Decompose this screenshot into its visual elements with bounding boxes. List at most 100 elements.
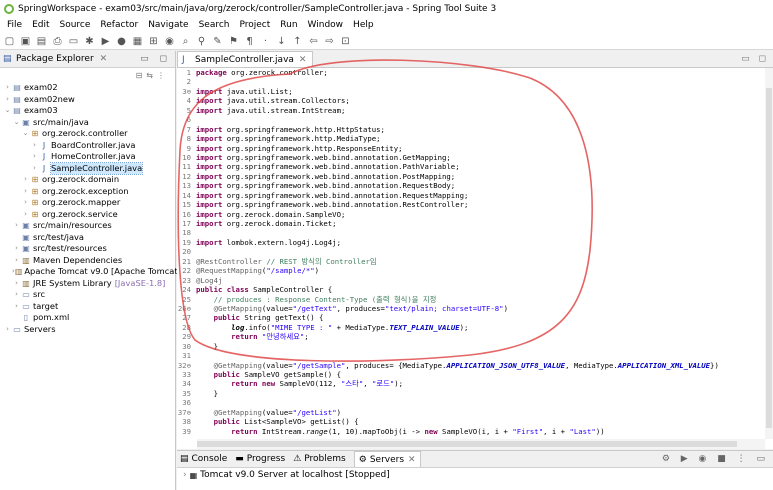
chevron-right-icon[interactable]: › — [12, 255, 21, 267]
java-file-icon: J — [42, 163, 46, 173]
code-editor[interactable]: 1 package org.zerock.controller; 2 3⊖ import… — [177, 68, 765, 439]
next-annotation-icon[interactable]: ↓ — [275, 35, 288, 48]
editor-tab-samplecontroller[interactable]: J SampleController.java ✕ — [177, 51, 314, 67]
run-icon[interactable]: ▶ — [99, 35, 112, 48]
tree-item[interactable]: › ▭ src — [0, 289, 175, 301]
menu-help[interactable]: Help — [348, 17, 379, 33]
tree-item[interactable]: › J SampleController.java — [0, 161, 175, 175]
chevron-right-icon[interactable]: › — [3, 324, 12, 336]
forward-icon[interactable]: ⇨ — [323, 35, 336, 48]
tree-item[interactable]: ▯ pom.xml — [0, 312, 175, 324]
close-icon[interactable]: ✕ — [100, 54, 108, 64]
tree-item[interactable]: › ▭ Servers — [0, 324, 175, 336]
run-external-icon[interactable]: ● — [115, 35, 128, 48]
menu-project[interactable]: Project — [234, 17, 275, 33]
mark-occurrences-icon[interactable]: ⚑ — [227, 35, 240, 48]
tree-item[interactable]: ⌄ ▤ exam03 — [0, 105, 175, 117]
tree-item[interactable]: › ▭ target — [0, 301, 175, 313]
chevron-right-icon[interactable]: › — [12, 220, 21, 232]
debug-icon[interactable]: ✱ — [83, 35, 96, 48]
close-icon[interactable]: ✕ — [408, 455, 416, 465]
tree-item[interactable]: › J HomeController.java — [0, 151, 175, 163]
chevron-down-icon[interactable]: ⌄ — [21, 128, 30, 140]
whitespace-icon[interactable]: · — [259, 35, 272, 48]
chevron-right-icon[interactable]: › — [30, 163, 39, 175]
tab-console[interactable]: ▤ Console — [180, 454, 227, 464]
tree-item[interactable]: › ▥ Maven Dependencies — [0, 255, 175, 267]
chevron-right-icon[interactable]: › — [21, 197, 30, 209]
horizontal-scrollbar[interactable] — [197, 439, 765, 449]
new-server-icon[interactable]: ▦ — [131, 35, 144, 48]
tree-item[interactable]: ▣ src/test/java — [0, 232, 175, 244]
tree-item[interactable]: › ▤ exam02 — [0, 82, 175, 94]
tree-item-label: HomeController.java — [51, 151, 136, 161]
tree-item[interactable]: › ▥ Apache Tomcat v9.0 [Apache Tomcat v9 — [0, 266, 190, 278]
server-row[interactable]: › ▦ Tomcat v9.0 Server at localhost [Sto… — [177, 468, 773, 482]
chevron-right-icon[interactable]: › — [183, 470, 187, 480]
open-type-icon[interactable]: ⌕ — [179, 35, 192, 48]
chevron-right-icon[interactable]: › — [3, 94, 12, 106]
tree-item[interactable]: › ▤ exam02new — [0, 94, 175, 106]
chevron-right-icon[interactable]: › — [21, 186, 30, 198]
package-explorer-tab[interactable]: ▤ Package Explorer ✕ ▭ ◻ — [0, 51, 175, 68]
chevron-right-icon[interactable]: › — [12, 278, 21, 290]
tab-progress[interactable]: ▬ Progress — [235, 454, 285, 464]
chevron-down-icon[interactable]: ⌄ — [12, 117, 21, 129]
chevron-right-icon[interactable]: › — [21, 209, 30, 221]
scrollbar-thumb[interactable] — [766, 88, 772, 428]
terminal-icon[interactable]: ▭ — [67, 35, 80, 48]
save-all-icon[interactable]: ▤ — [35, 35, 48, 48]
tree-item[interactable]: › ▣ src/main/resources — [0, 220, 175, 232]
tab-servers[interactable]: ⚙ Servers ✕ — [353, 451, 421, 467]
menu-run[interactable]: Run — [275, 17, 302, 33]
pin-icon[interactable]: ⊡ — [339, 35, 352, 48]
link-editor-icon[interactable]: ⇆ — [146, 71, 157, 80]
search-icon[interactable]: ⚲ — [195, 35, 208, 48]
view-controls[interactable]: ▭ ◻ — [140, 54, 175, 64]
close-icon[interactable]: ✕ — [299, 55, 307, 65]
menu-file[interactable]: File — [2, 17, 27, 33]
prev-annotation-icon[interactable]: ↑ — [291, 35, 304, 48]
chevron-down-icon[interactable]: ⌄ — [3, 105, 12, 117]
chevron-right-icon[interactable]: › — [12, 289, 21, 301]
collapse-all-icon[interactable]: ⊟ — [136, 71, 147, 80]
tree-item[interactable]: › ▣ src/test/resources — [0, 243, 175, 255]
chevron-right-icon[interactable]: › — [30, 140, 39, 152]
tree-item[interactable]: › ▥ JRE System Library [JavaSE-1.8] — [0, 278, 175, 290]
line-number: 2 — [186, 77, 191, 87]
new-class-icon[interactable]: ◉ — [163, 35, 176, 48]
new-icon[interactable]: ▢ — [3, 35, 16, 48]
new-package-icon[interactable]: ⊞ — [147, 35, 160, 48]
menu-source[interactable]: Source — [55, 17, 96, 33]
print-icon[interactable]: ⎙ — [51, 35, 64, 48]
server-toolbar[interactable]: ⚙ ▶ ◉ ■ ⋮ ▭ — [662, 454, 773, 464]
chevron-right-icon[interactable]: › — [21, 174, 30, 186]
save-icon[interactable]: ▣ — [19, 35, 32, 48]
chevron-right-icon[interactable]: › — [3, 82, 12, 94]
chevron-right-icon[interactable]: › — [30, 151, 39, 163]
tree-item[interactable]: › ⊞ org.zerock.mapper — [0, 197, 175, 209]
tree-item[interactable]: ⌄ ⊞ org.zerock.controller — [0, 128, 175, 140]
menu-search[interactable]: Search — [194, 17, 235, 33]
toggle-block-icon[interactable]: ¶ — [243, 35, 256, 48]
tree-item[interactable]: › ⊞ org.zerock.exception — [0, 186, 175, 198]
tree-item[interactable]: › ⊞ org.zerock.domain — [0, 174, 175, 186]
package-icon: ⊞ — [31, 186, 39, 196]
editor-view-controls[interactable]: ▭ ◻ — [741, 54, 769, 64]
view-menu-icon[interactable]: ⋮ — [157, 71, 169, 80]
tree-item[interactable]: › J BoardController.java — [0, 140, 175, 152]
tab-problems[interactable]: ⚠ Problems — [293, 454, 346, 464]
scrollbar-thumb[interactable] — [197, 441, 737, 447]
menu-navigate[interactable]: Navigate — [143, 17, 193, 33]
chevron-right-icon[interactable]: › — [12, 301, 21, 313]
chevron-right-icon[interactable]: › — [12, 243, 21, 255]
code-text: // produces : Response Content-Type (출력 … — [213, 294, 437, 304]
tree-item[interactable]: ⌄ ▣ src/main/java — [0, 117, 175, 129]
tree-item[interactable]: › ⊞ org.zerock.service — [0, 209, 175, 221]
back-icon[interactable]: ⇦ — [307, 35, 320, 48]
menu-refactor[interactable]: Refactor — [95, 17, 143, 33]
vertical-scrollbar[interactable] — [765, 68, 773, 439]
annotation-icon[interactable]: ✎ — [211, 35, 224, 48]
menu-window[interactable]: Window — [303, 17, 349, 33]
menu-edit[interactable]: Edit — [27, 17, 54, 33]
